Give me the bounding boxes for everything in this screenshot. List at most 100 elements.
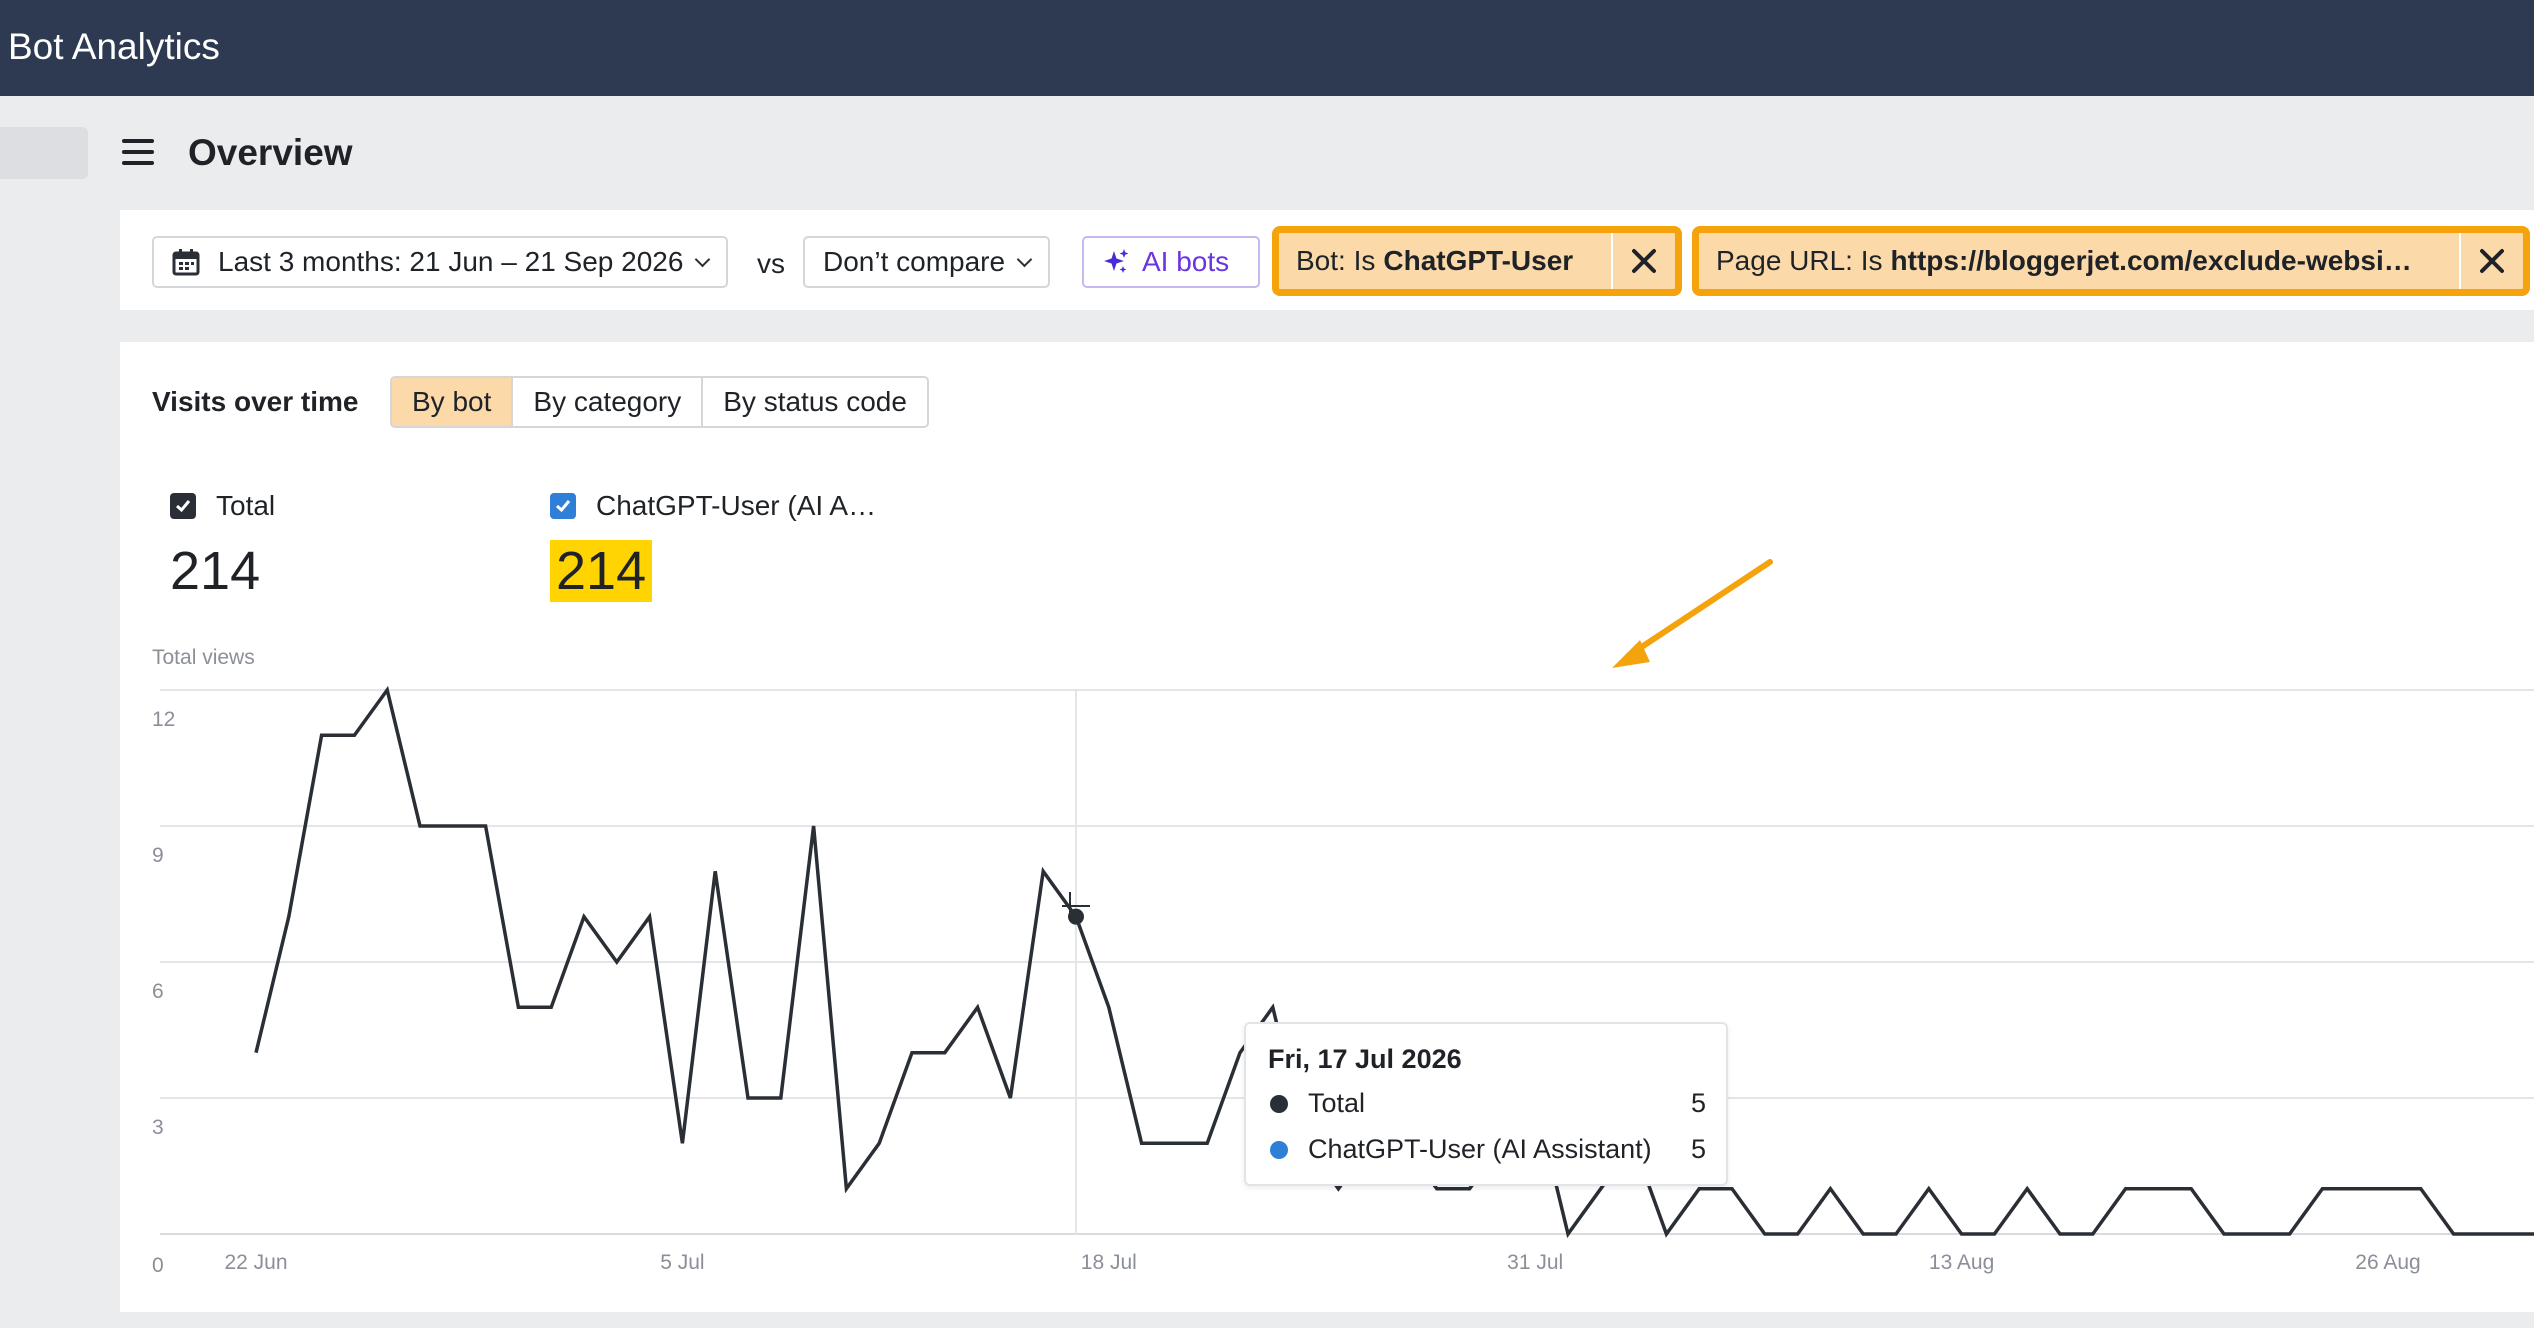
remove-filter-url-button[interactable] (2459, 233, 2523, 289)
date-range-dropdown[interactable]: Last 3 months: 21 Jun – 21 Sep 2026 (152, 236, 729, 288)
chevron-down-icon (1016, 251, 1033, 267)
data-point (1467, 1186, 1473, 1192)
data-point (2057, 1231, 2063, 1237)
chip-url-value: https://bloggerjet.com/exclude-websi… (1890, 245, 2412, 276)
data-point (843, 1186, 849, 1192)
chip-bot-prefix: Bot: Is (1296, 245, 1376, 276)
data-point (1598, 1186, 1604, 1192)
data-point (1040, 868, 1046, 874)
vs-label: vs (757, 248, 785, 279)
data-point (1795, 1231, 1801, 1237)
data-point (2483, 1231, 2489, 1237)
y-axis-title: Total views (152, 646, 255, 669)
data-point (2287, 1231, 2293, 1237)
data-point (2319, 1186, 2325, 1192)
data-point (2352, 1186, 2358, 1192)
data-point (1893, 1231, 1899, 1237)
app-title: Bot Analytics (8, 26, 220, 67)
chip-url-prefix: Page URL: Is (1716, 245, 1883, 276)
calendar-icon (172, 249, 200, 276)
y-tick-label: 0 (152, 1254, 164, 1277)
data-point (2221, 1231, 2227, 1237)
tooltip-total-label: Total (1308, 1088, 1366, 1118)
data-point (253, 1050, 259, 1056)
data-point (1007, 1095, 1013, 1101)
data-point (2385, 1186, 2391, 1192)
data-point (942, 1050, 948, 1056)
compare-label: Don’t compare (823, 246, 1006, 277)
x-tick-label: 5 Jul (660, 1251, 704, 1274)
data-point (1926, 1186, 1932, 1192)
data-point (1860, 1231, 1866, 1237)
data-point (1991, 1231, 1997, 1237)
data-point (1696, 1186, 1702, 1192)
x-tick-label: 13 Aug (1929, 1251, 1994, 1274)
chart-tooltip: Fri, 17 Jul 2026 Total 5 ChatGPT-User (A… (1244, 1022, 1728, 1186)
close-icon (1632, 249, 1656, 273)
x-tick-label: 26 Aug (2355, 1251, 2420, 1274)
filter-chip-page-url[interactable]: Page URL: Is https://bloggerjet.com/excl… (1692, 226, 2530, 296)
data-point (712, 868, 718, 874)
tooltip-chatgpt-value: 5 (1690, 1134, 1706, 1164)
data-point (679, 1140, 685, 1146)
compare-dropdown[interactable]: Don’t compare (803, 236, 1051, 288)
data-point (1762, 1231, 1768, 1237)
data-point (745, 1095, 751, 1101)
data-point (1270, 1004, 1276, 1010)
filter-bar: Last 3 months: 21 Jun – 21 Sep 2026 vs D… (120, 210, 2534, 310)
data-point (581, 914, 587, 920)
data-point (417, 823, 423, 829)
data-point (2024, 1186, 2030, 1192)
tooltip-date: Fri, 17 Jul 2026 (1268, 1044, 1462, 1074)
y-tick-label: 6 (152, 980, 164, 1003)
data-point (450, 823, 456, 829)
date-range-label: Last 3 months: 21 Jun – 21 Sep 2026 (218, 246, 684, 277)
tooltip-chatgpt-label: ChatGPT-User (AI Assistant) (1308, 1134, 1652, 1164)
data-point (778, 1095, 784, 1101)
sparkle-icon (1104, 249, 1129, 273)
y-tick-label: 12 (152, 708, 175, 731)
data-point (2090, 1231, 2096, 1237)
data-point (1335, 1186, 1341, 1192)
filter-chip-bot[interactable]: Bot: Is ChatGPT-User (1272, 226, 1682, 296)
data-point (2516, 1231, 2522, 1237)
series-dot (1270, 1140, 1288, 1159)
y-tick-label: 9 (152, 844, 164, 867)
data-point (351, 732, 357, 738)
chevron-down-icon (695, 251, 711, 267)
data-point (1663, 1231, 1669, 1237)
data-point (548, 1004, 554, 1010)
data-point (319, 732, 325, 738)
page-title: Overview (188, 132, 353, 173)
data-point (1434, 1186, 1440, 1192)
tooltip-row-total: Total 5 (1270, 1088, 1706, 1119)
data-point (384, 687, 390, 693)
data-point (1139, 1140, 1145, 1146)
data-point (515, 1004, 521, 1010)
data-point (876, 1140, 882, 1146)
visits-card: Visits over time By bot By category By s… (120, 342, 2534, 1312)
ai-bots-button[interactable]: AI bots (1082, 236, 1260, 288)
x-tick-label: 18 Jul (1081, 1251, 1137, 1274)
data-point (1827, 1186, 1833, 1192)
data-point (647, 914, 653, 920)
data-point (1565, 1231, 1571, 1237)
y-tick-label: 3 (152, 1116, 164, 1139)
data-point (1959, 1231, 1965, 1237)
data-point (2123, 1186, 2129, 1192)
remove-filter-bot-button[interactable] (1611, 233, 1675, 289)
data-point (2155, 1186, 2161, 1192)
data-point (2254, 1231, 2260, 1237)
x-tick-label: 22 Jun (224, 1251, 287, 1274)
data-point (1106, 1004, 1112, 1010)
data-point (975, 1004, 981, 1010)
data-point (1237, 1050, 1243, 1056)
menu-icon[interactable] (122, 139, 154, 167)
sidebar-collapsed-item[interactable] (0, 127, 88, 179)
data-point (483, 823, 489, 829)
tooltip-row-chatgpt: ChatGPT-User (AI Assistant) 5 (1270, 1134, 1706, 1165)
ai-bots-label: AI bots (1142, 246, 1230, 277)
x-tick-label: 31 Jul (1507, 1251, 1563, 1274)
data-point (1729, 1186, 1735, 1192)
data-point (909, 1050, 915, 1056)
